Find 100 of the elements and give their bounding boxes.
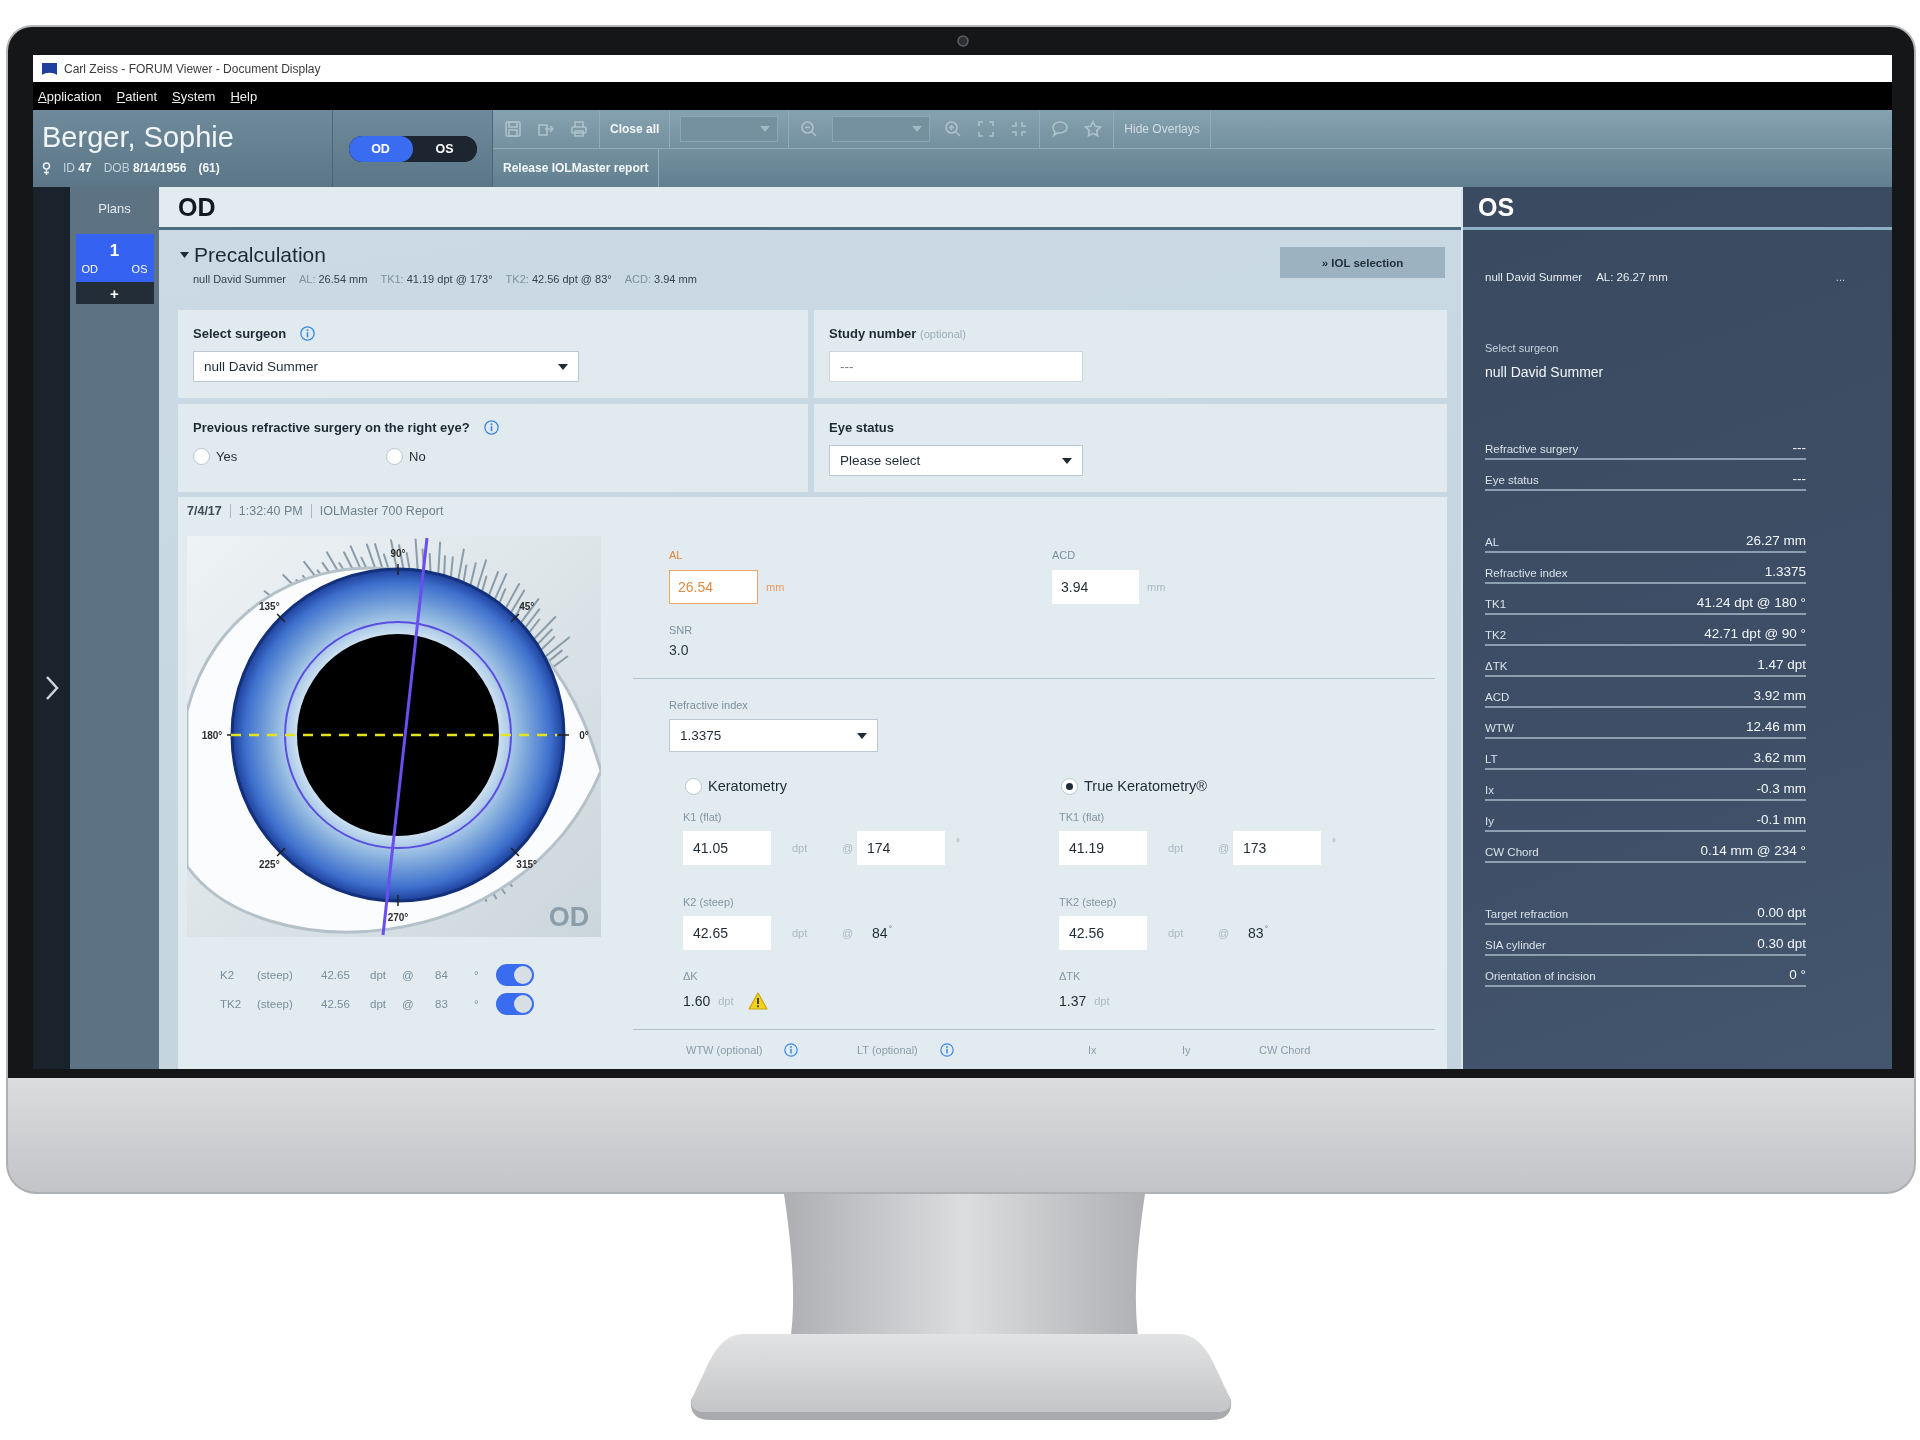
plan-item[interactable]: 1 OD OS (75, 234, 154, 282)
patient-name: Berger, Sophie (42, 120, 234, 154)
menu-item[interactable]: System (172, 88, 216, 104)
field-value: null David Summer (1485, 363, 1604, 381)
field-label: Select surgeon (193, 325, 287, 341)
info-icon[interactable] (300, 325, 316, 341)
window-title: Carl Zeiss - FORUM Viewer - Document Display (64, 61, 321, 76)
summary-item: AL: 26.27 mm (1596, 271, 1668, 283)
eye-status-select[interactable]: Please select (829, 445, 1083, 476)
tick-mark (510, 847, 520, 857)
unit-label: dpt (1094, 995, 1110, 1007)
axis-value: 84 (872, 925, 888, 941)
field-value: 1.3375 (1764, 564, 1806, 579)
surgeon-select[interactable]: null David Summer (193, 351, 579, 382)
axis-value: 83 (435, 998, 449, 1010)
panel-title: OS (1478, 192, 1515, 222)
caret-icon (1062, 457, 1072, 464)
summary-item: TK1: 41.19 dpt @ 173° (380, 272, 493, 286)
menu-item[interactable]: Application (38, 88, 102, 104)
chevron-right-icon[interactable] (44, 675, 59, 701)
at-sign: @ (1218, 927, 1231, 939)
angle-label: 270° (387, 912, 409, 923)
keratometry-input[interactable]: 42.65 (683, 916, 771, 950)
field-label: TK1 (flat) (1059, 810, 1105, 824)
field-label: ACD (1485, 691, 1510, 703)
field-value: --- (1792, 440, 1806, 455)
app-logo-icon (42, 62, 57, 75)
at-sign: @ (402, 998, 415, 1010)
field-label: WTW (1485, 722, 1514, 734)
field-label: SNR (669, 623, 693, 637)
tick-mark (276, 613, 286, 623)
caret-icon (760, 126, 771, 132)
eye-tab[interactable]: OD (348, 135, 413, 162)
degree-sign: ° (1264, 924, 1269, 934)
radio-option[interactable]: No (386, 447, 579, 465)
field-label: Target refraction (1485, 908, 1569, 920)
field-label: K2 (steep) (683, 895, 734, 909)
radio-option[interactable]: Yes (193, 447, 386, 465)
field-label: Orientation of incision (1485, 970, 1596, 982)
keratometry-option[interactable]: Keratometry (683, 776, 787, 796)
field-label: Study number (optional) (829, 325, 966, 341)
unit-label: dpt (370, 998, 387, 1010)
angle-label: 45° (519, 601, 535, 613)
menu-item[interactable]: Patient (116, 88, 158, 104)
qualifier-label: (steep) (257, 969, 294, 981)
field-label: ΔTK (1485, 660, 1508, 672)
field-value: 3.62 mm (1753, 750, 1806, 765)
field-label: CW Chord (1485, 846, 1539, 858)
caret-icon (912, 126, 923, 132)
field-label: TK2 (1485, 629, 1507, 641)
tick-mark (397, 563, 399, 576)
patient-id: ID 47 (63, 160, 92, 176)
section-title: Precalculation (194, 243, 326, 267)
field-value: 42.71 dpt @ 90 ° (1704, 626, 1806, 641)
row-value: 42.56 (321, 998, 351, 1010)
axis-value: 84 (435, 969, 449, 981)
measure-input[interactable]: 3.94 (1052, 570, 1139, 604)
field-label: Refractive surgery (1485, 443, 1579, 455)
menu-item[interactable]: Help (230, 88, 258, 104)
toggle-switch[interactable] (496, 964, 534, 986)
summary-item: null David Summer (193, 272, 286, 286)
snr-value: 3.0 (669, 641, 689, 659)
more-button[interactable]: ... (1835, 271, 1845, 283)
study-number-input[interactable]: --- (829, 351, 1083, 382)
degree-sign: ° (474, 969, 480, 981)
add-plan-button[interactable]: + (75, 282, 154, 304)
refractive-index-select[interactable]: 1.3375 (669, 719, 878, 752)
iol-selection-button[interactable]: » IOL selection (1280, 247, 1445, 278)
at-sign: @ (842, 842, 855, 854)
patient-dob: DOB 8/14/1956 (103, 160, 187, 176)
axis-input[interactable]: 173 (1233, 831, 1321, 865)
angle-label: 135° (258, 601, 280, 613)
info-icon[interactable] (483, 419, 499, 435)
degree-sign: ° (888, 924, 893, 934)
axis-input[interactable]: 174 (857, 831, 945, 865)
female-sign-icon (42, 161, 51, 175)
field-label: Refractive index (1485, 567, 1568, 579)
tick-mark (397, 894, 399, 907)
field-value: 1.47 dpt (1757, 657, 1806, 672)
report-date: 7/4/17 (187, 504, 222, 518)
info-icon[interactable] (939, 1043, 954, 1057)
field-label: AL (1485, 536, 1500, 548)
unit-label: mm (766, 581, 785, 593)
field-label: Ix (1088, 1044, 1097, 1056)
toggle-switch[interactable] (496, 993, 534, 1015)
field-label: CW Chord (1259, 1044, 1311, 1056)
field-label: Iy (1182, 1044, 1191, 1056)
info-icon[interactable] (784, 1043, 799, 1057)
summary-item: AL: 26.54 mm (298, 272, 368, 286)
field-value: 0.00 dpt (1757, 905, 1806, 920)
caret-icon[interactable] (180, 252, 189, 258)
keratometry-option[interactable]: True Keratometry® (1059, 776, 1207, 796)
field-value: -0.3 mm (1756, 781, 1806, 796)
report-time: 1:32:40 PM (238, 504, 303, 518)
keratometry-input[interactable]: 42.56 (1059, 916, 1147, 950)
field-value: 26.27 mm (1745, 533, 1806, 548)
keratometry-input[interactable]: 41.19 (1059, 831, 1147, 865)
field-label: Select surgeon (1485, 341, 1559, 355)
field-label: K1 (flat) (683, 810, 722, 824)
keratometry-input[interactable]: 41.05 (683, 831, 771, 865)
